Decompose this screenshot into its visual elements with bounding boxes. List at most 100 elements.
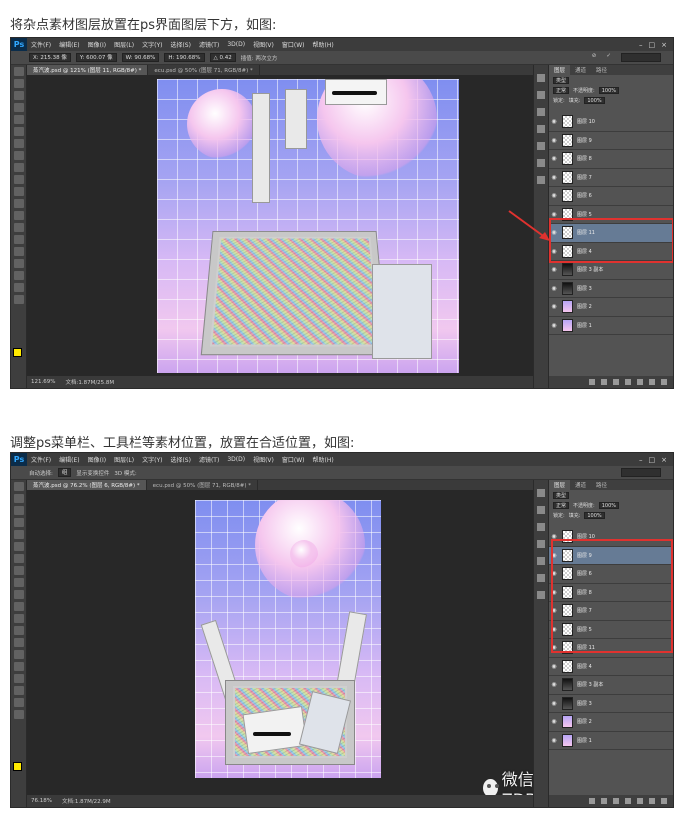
menu-3d[interactable]: 3D(D) — [223, 456, 249, 463]
maximize-icon[interactable]: □ — [649, 41, 656, 49]
eraser-tool-icon[interactable] — [13, 187, 24, 196]
menu-image[interactable]: 图像(I) — [84, 40, 110, 49]
menu-view[interactable]: 视图(V) — [249, 40, 278, 49]
new-group-icon[interactable] — [637, 379, 643, 385]
fx-icon[interactable] — [601, 798, 607, 804]
menu-select[interactable]: 选择(S) — [166, 455, 195, 464]
x-field[interactable]: X: 215.38 像 — [29, 53, 71, 62]
tab-document-1[interactable]: 蒸汽波.psd @ 121% (图层 11, RGB/8#) * — [27, 65, 149, 75]
menu-view[interactable]: 视图(V) — [249, 455, 278, 464]
brush-tool-icon[interactable] — [13, 151, 24, 160]
link-layers-icon[interactable] — [589, 798, 595, 804]
menu-select[interactable]: 选择(S) — [166, 40, 195, 49]
brush-tool-icon[interactable] — [13, 566, 24, 575]
tool-preset-icon[interactable] — [537, 591, 545, 599]
move-tool-icon[interactable] — [13, 67, 24, 76]
tab-channels[interactable]: 通道 — [570, 480, 591, 490]
paragraph-panel-icon[interactable] — [537, 159, 545, 167]
menu-layer[interactable]: 图层(L) — [110, 455, 138, 464]
hand-tool-icon[interactable] — [13, 283, 24, 292]
new-layer-icon[interactable] — [649, 798, 655, 804]
path-select-icon[interactable] — [13, 674, 24, 683]
menu-filter[interactable]: 滤镜(T) — [195, 40, 223, 49]
show-transform-checkbox[interactable]: 显示变换控件 — [76, 469, 109, 477]
tab-channels[interactable]: 通道 — [570, 65, 591, 75]
quick-select-tool-icon[interactable] — [13, 103, 24, 112]
angle-field[interactable]: △ 0.42 — [209, 53, 236, 62]
kind-filter[interactable]: 类型 — [553, 76, 570, 84]
minimize-icon[interactable]: – — [639, 41, 643, 49]
lasso-tool-icon[interactable] — [13, 506, 24, 515]
adjustment-icon[interactable] — [625, 379, 631, 385]
adjust-panel-icon[interactable] — [537, 523, 545, 531]
gradient-tool-icon[interactable] — [13, 614, 24, 623]
menu-type[interactable]: 文字(Y) — [138, 40, 166, 49]
fill-input[interactable]: 100% — [584, 96, 605, 104]
trash-icon[interactable] — [661, 798, 667, 804]
eraser-tool-icon[interactable] — [13, 602, 24, 611]
hand-tool-icon[interactable] — [13, 698, 24, 707]
new-layer-icon[interactable] — [649, 379, 655, 385]
close-icon[interactable]: × — [661, 41, 667, 49]
trash-icon[interactable] — [661, 379, 667, 385]
type-tool-icon[interactable] — [13, 662, 24, 671]
visibility-eye-icon[interactable]: ◉ — [549, 303, 559, 310]
layer-row[interactable]: ◉ 图层 6 — [549, 187, 673, 206]
cancel-transform-icon[interactable]: ⊘ — [592, 53, 597, 62]
auto-select-checkbox[interactable]: 自动选择: — [29, 469, 53, 477]
path-select-icon[interactable] — [13, 259, 24, 268]
visibility-eye-icon[interactable]: ◉ — [549, 266, 559, 273]
layer-row[interactable]: ◉ 图层 3 副本 — [549, 676, 673, 695]
stamp-tool-icon[interactable] — [13, 163, 24, 172]
marquee-tool-icon[interactable] — [13, 79, 24, 88]
menu-file[interactable]: 文件(F) — [27, 40, 55, 49]
history-panel-icon[interactable] — [537, 74, 545, 82]
quick-select-tool-icon[interactable] — [13, 518, 24, 527]
visibility-eye-icon[interactable]: ◉ — [549, 737, 559, 744]
history-panel-icon[interactable] — [537, 489, 545, 497]
layer-row[interactable]: ◉ 图层 2 — [549, 713, 673, 732]
tab-document-2[interactable]: ecu.psd @ 50% (图层 71, RGB/8#) * — [148, 65, 260, 75]
commit-transform-icon[interactable]: ✓ — [606, 53, 611, 62]
foreground-color-swatch[interactable] — [13, 348, 22, 357]
adjust-panel-icon[interactable] — [537, 108, 545, 116]
visibility-eye-icon[interactable]: ◉ — [549, 663, 559, 670]
blend-mode-select[interactable]: 正常 — [553, 501, 570, 509]
adjustment-icon[interactable] — [625, 798, 631, 804]
zoom-level[interactable]: 76.18% — [31, 798, 52, 804]
properties-panel-icon[interactable] — [537, 506, 545, 514]
lasso-tool-icon[interactable] — [13, 91, 24, 100]
tab-layers[interactable]: 图层 — [549, 480, 571, 490]
link-layers-icon[interactable] — [589, 379, 595, 385]
stamp-tool-icon[interactable] — [13, 578, 24, 587]
blur-tool-icon[interactable] — [13, 211, 24, 220]
menu-filter[interactable]: 滤镜(T) — [195, 455, 223, 464]
menu-edit[interactable]: 编辑(E) — [55, 455, 83, 464]
zoom-tool-icon[interactable] — [13, 295, 24, 304]
pen-tool-icon[interactable] — [13, 235, 24, 244]
menu-layer[interactable]: 图层(L) — [110, 40, 138, 49]
layer-row[interactable]: ◉ 图层 7 — [549, 169, 673, 187]
layer-row[interactable]: ◉ 图层 10 — [549, 113, 673, 132]
pen-tool-icon[interactable] — [13, 650, 24, 659]
layer-row[interactable]: ◉ 图层 1 — [549, 732, 673, 750]
visibility-eye-icon[interactable]: ◉ — [549, 155, 559, 162]
shape-tool-icon[interactable] — [13, 686, 24, 695]
dodge-tool-icon[interactable] — [13, 223, 24, 232]
crop-tool-icon[interactable] — [13, 530, 24, 539]
menu-window[interactable]: 窗口(W) — [278, 40, 309, 49]
tab-paths[interactable]: 路径 — [591, 65, 612, 75]
minimize-icon[interactable]: – — [639, 456, 643, 464]
menu-type[interactable]: 文字(Y) — [138, 455, 166, 464]
properties-panel-icon[interactable] — [537, 91, 545, 99]
tab-layers[interactable]: 图层 — [549, 65, 571, 75]
blur-tool-icon[interactable] — [13, 626, 24, 635]
visibility-eye-icon[interactable]: ◉ — [549, 718, 559, 725]
zoom-tool-icon[interactable] — [13, 710, 24, 719]
layer-row[interactable]: ◉ 图层 3 — [549, 695, 673, 713]
tab-document-1[interactable]: 蒸汽波.psd @ 76.2% (图层 6, RGB/8#) * — [27, 480, 147, 490]
menu-edit[interactable]: 编辑(E) — [55, 40, 83, 49]
history-brush-icon[interactable] — [13, 590, 24, 599]
dodge-tool-icon[interactable] — [13, 638, 24, 647]
character-panel-icon[interactable] — [537, 142, 545, 150]
